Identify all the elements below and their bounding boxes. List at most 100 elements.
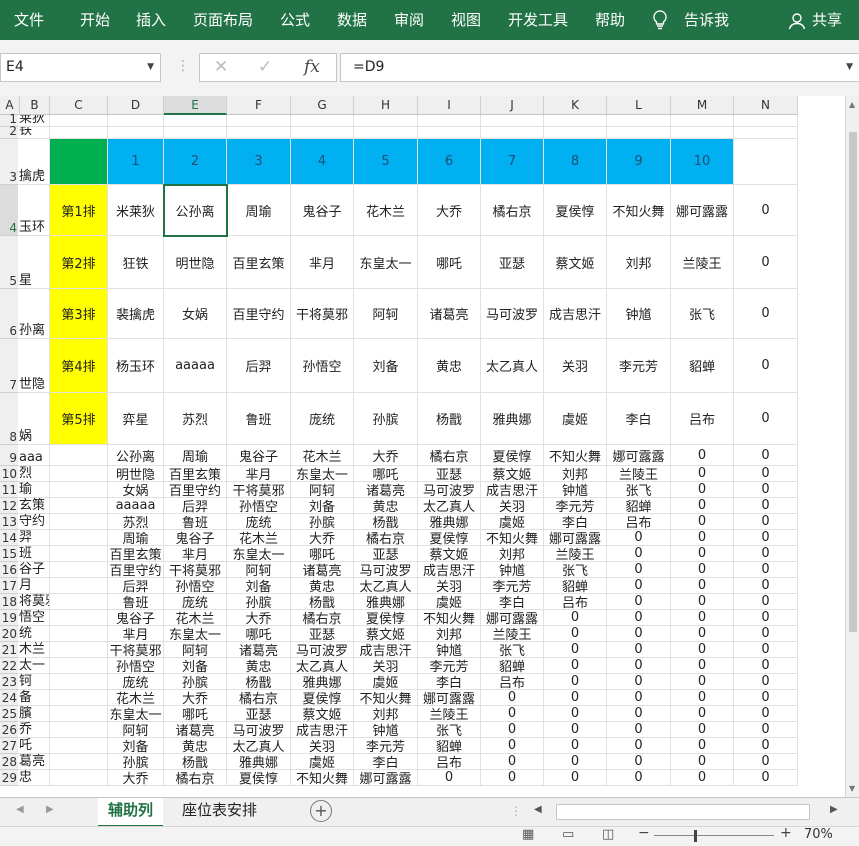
cell-col-a[interactable]: 羿	[18, 530, 50, 546]
helper-cell[interactable]: 大乔	[108, 770, 164, 787]
empty-cell[interactable]	[418, 127, 481, 139]
seat-number-header[interactable]: 2	[164, 139, 227, 185]
helper-cell[interactable]: 0	[671, 546, 734, 562]
helper-cell[interactable]: 0	[671, 514, 734, 530]
cell-col-a[interactable]: 班	[18, 546, 50, 562]
empty-cell[interactable]	[50, 445, 108, 466]
helper-cell[interactable]: 0	[734, 466, 798, 482]
seat-cell[interactable]: 大乔	[418, 185, 481, 236]
row-header[interactable]: 29	[0, 770, 18, 786]
empty-cell[interactable]	[50, 498, 108, 514]
tab-developer[interactable]: 开发工具	[508, 0, 568, 40]
cell-col-n[interactable]: 0	[734, 289, 798, 339]
tab-help[interactable]: 帮助	[595, 0, 625, 40]
row-header[interactable]: 7	[0, 339, 18, 393]
seat-cell[interactable]: 狂铁	[108, 236, 164, 289]
scroll-thumb[interactable]	[849, 132, 857, 632]
row-header[interactable]: 10	[0, 466, 18, 482]
helper-cell[interactable]: 0	[671, 482, 734, 498]
empty-cell[interactable]	[50, 466, 108, 482]
helper-cell[interactable]: 0	[481, 770, 544, 786]
empty-cell[interactable]	[418, 115, 481, 127]
cell-col-n[interactable]	[734, 139, 798, 185]
empty-cell[interactable]	[607, 115, 671, 127]
helper-cell[interactable]: 0	[607, 722, 671, 738]
helper-cell[interactable]: 0	[671, 530, 734, 546]
empty-cell[interactable]	[50, 482, 108, 498]
helper-cell[interactable]: 0	[671, 738, 734, 754]
helper-cell[interactable]: 0	[418, 770, 481, 786]
empty-cell[interactable]	[50, 722, 108, 738]
helper-cell[interactable]: 0	[734, 546, 798, 562]
tab-page-layout[interactable]: 页面布局	[193, 0, 253, 40]
empty-cell[interactable]	[481, 127, 544, 139]
helper-cell[interactable]: 0	[481, 754, 544, 770]
empty-cell[interactable]	[50, 674, 108, 690]
scroll-left-icon[interactable]: ◀	[534, 804, 542, 815]
helper-cell[interactable]: 鬼谷子	[227, 445, 291, 466]
row-header[interactable]: 6	[0, 289, 18, 339]
helper-cell[interactable]: 吕布	[418, 754, 481, 771]
helper-cell[interactable]: 0	[734, 594, 798, 610]
row-label-cell[interactable]: 第4排	[50, 339, 108, 393]
column-header[interactable]: B	[20, 96, 50, 115]
cell-col-n[interactable]: 0	[734, 393, 798, 445]
helper-cell[interactable]: 0	[734, 754, 798, 770]
seat-cell[interactable]: 李元芳	[607, 339, 671, 393]
row-header[interactable]: 17	[0, 578, 18, 594]
helper-cell[interactable]: 0	[671, 658, 734, 674]
helper-cell[interactable]: 0	[481, 722, 544, 738]
cell-col-a[interactable]: 备	[18, 690, 50, 706]
row-header[interactable]: 21	[0, 642, 18, 658]
helper-cell[interactable]: 0	[607, 754, 671, 770]
empty-cell[interactable]	[354, 127, 418, 139]
scroll-down-icon[interactable]: ▼	[849, 784, 855, 793]
name-box[interactable]: E4 ▼	[0, 53, 161, 82]
seat-cell[interactable]: 鲁班	[227, 393, 291, 445]
seat-cell[interactable]: 太乙真人	[481, 339, 544, 393]
helper-cell[interactable]: 0	[734, 738, 798, 754]
empty-cell[interactable]	[50, 594, 108, 610]
helper-cell[interactable]: 0	[607, 610, 671, 626]
helper-cell[interactable]: 0	[671, 466, 734, 482]
cell-col-a[interactable]: 孙离	[18, 289, 50, 339]
page-layout-view-icon[interactable]: ▭	[562, 827, 574, 842]
normal-view-icon[interactable]: ▦	[522, 827, 534, 842]
row-header[interactable]: 3	[0, 139, 18, 185]
empty-cell[interactable]	[291, 115, 354, 127]
helper-cell[interactable]: 0	[734, 690, 798, 706]
empty-cell[interactable]	[544, 127, 607, 139]
seat-cell[interactable]: 芈月	[291, 236, 354, 289]
seat-cell[interactable]: 杨戬	[418, 393, 481, 445]
cell-col-n[interactable]: 0	[734, 339, 798, 393]
helper-cell[interactable]: 0	[734, 530, 798, 546]
tab-insert[interactable]: 插入	[136, 0, 166, 40]
row-header[interactable]: 19	[0, 610, 18, 626]
helper-cell[interactable]: 0	[671, 610, 734, 626]
zoom-slider-thumb[interactable]	[694, 830, 697, 842]
seat-cell[interactable]: 橘右京	[481, 185, 544, 236]
seat-cell[interactable]: 诸葛亮	[418, 289, 481, 339]
seat-cell[interactable]: 杨玉环	[108, 339, 164, 393]
row-header[interactable]: 4	[0, 185, 18, 236]
helper-cell[interactable]: 0	[544, 690, 607, 706]
scroll-right-icon[interactable]: ▶	[830, 804, 838, 815]
helper-cell[interactable]: 0	[607, 626, 671, 642]
cell-col-a[interactable]: 守约	[18, 514, 50, 530]
empty-cell[interactable]	[734, 127, 798, 139]
cell-col-n[interactable]: 0	[734, 236, 798, 289]
helper-cell[interactable]: 夏侯惇	[227, 770, 291, 787]
column-header[interactable]: I	[418, 96, 481, 115]
column-header[interactable]: G	[291, 96, 354, 115]
helper-cell[interactable]: 0	[671, 578, 734, 594]
empty-cell[interactable]	[50, 690, 108, 706]
empty-cell[interactable]	[734, 115, 798, 127]
helper-cell[interactable]: 0	[734, 514, 798, 530]
cell-col-a[interactable]: 擒虎	[18, 139, 50, 185]
tab-view[interactable]: 视图	[451, 0, 481, 40]
row-header[interactable]: 2	[0, 125, 18, 139]
helper-cell[interactable]: 0	[734, 626, 798, 642]
cell-col-a[interactable]: 太一	[18, 658, 50, 674]
helper-cell[interactable]: 0	[671, 754, 734, 770]
empty-cell[interactable]	[50, 706, 108, 722]
